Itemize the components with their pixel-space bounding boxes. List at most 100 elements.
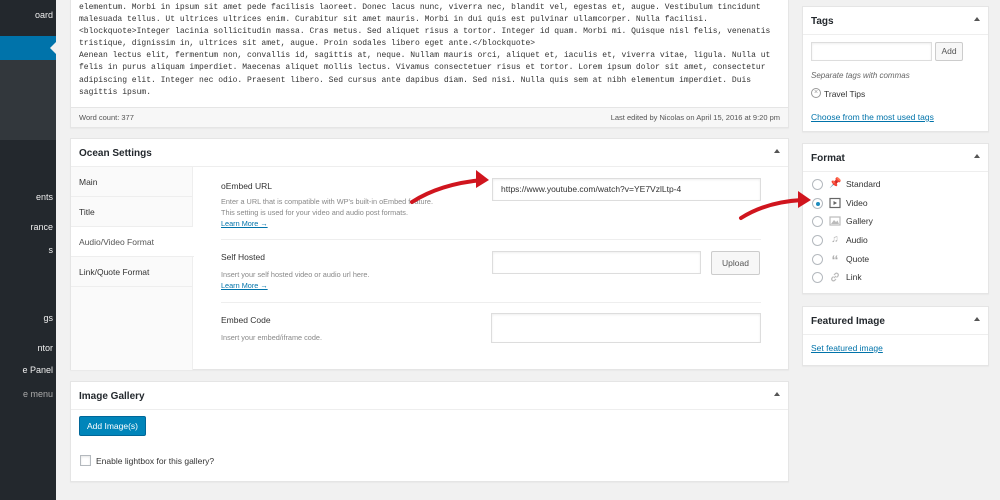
format-radio[interactable] bbox=[812, 216, 823, 227]
sidebar-active-highlight bbox=[0, 36, 56, 60]
embed-code-label: Embed Code bbox=[221, 315, 271, 325]
ocean-settings-title: Ocean Settings bbox=[79, 148, 152, 159]
sidebar-active-arrow bbox=[50, 42, 56, 54]
self-hosted-label: Self Hosted bbox=[221, 252, 265, 262]
collapse-toggle-icon[interactable] bbox=[774, 392, 780, 396]
self-hosted-description: Insert your self hosted video or audio u… bbox=[221, 269, 369, 291]
annotation-arrow-oembed bbox=[410, 170, 489, 204]
image-gallery-box: Image Gallery Add Image(s) Enable lightb… bbox=[70, 381, 789, 482]
collapse-toggle-icon[interactable] bbox=[974, 154, 980, 158]
editor-line: tristique, dignissim in, ultrices sit am… bbox=[79, 39, 536, 49]
embed-code-description: Insert your embed/iframe code. bbox=[221, 333, 322, 342]
collapse-toggle-icon[interactable] bbox=[974, 317, 980, 321]
tab-label: Main bbox=[79, 177, 98, 187]
editor-line: adipiscing elit. Integer nec odio. Praes… bbox=[79, 75, 752, 85]
tab-link-quote-format[interactable]: Link/Quote Format bbox=[71, 257, 193, 287]
audio-icon: ♫ bbox=[831, 234, 839, 245]
featured-image-box: Featured Image Set featured image bbox=[802, 306, 989, 366]
format-title: Format bbox=[811, 153, 845, 164]
self-hosted-learn-more-link[interactable]: Learn More → bbox=[221, 281, 268, 290]
oembed-url-input[interactable]: https://www.youtube.com/watch?v=YE7VzlLt… bbox=[492, 178, 761, 201]
tags-header[interactable]: Tags bbox=[803, 7, 988, 35]
oembed-desc-line: This setting is used for your video and … bbox=[221, 208, 408, 217]
self-hosted-desc-line: Insert your self hosted video or audio u… bbox=[221, 270, 370, 279]
collapse-toggle-icon[interactable] bbox=[774, 149, 780, 153]
embed-code-textarea[interactable] bbox=[491, 313, 761, 343]
add-tag-button[interactable]: Add bbox=[935, 42, 963, 61]
tags-hint: Separate tags with commas bbox=[811, 71, 910, 80]
post-editor: elementum. Morbi in ipsum sit amet pede … bbox=[70, 0, 789, 128]
last-edited-text: Last edited by Nicolas on April 15, 2016… bbox=[610, 113, 780, 122]
sidebar-item-label: e menu bbox=[22, 389, 53, 399]
most-used-tags-link[interactable]: Choose from the most used tags bbox=[811, 112, 934, 122]
ocean-tabs: Main Title Audio/Video Format Link/Quote… bbox=[71, 167, 194, 370]
tab-label: Link/Quote Format bbox=[79, 267, 150, 277]
annotation-arrow-format bbox=[739, 191, 811, 220]
format-label: Standard bbox=[846, 179, 881, 189]
tags-input[interactable] bbox=[811, 42, 932, 61]
format-radio[interactable] bbox=[812, 254, 823, 265]
image-gallery-header[interactable]: Image Gallery bbox=[71, 382, 788, 410]
quote-icon: “ bbox=[831, 252, 839, 268]
add-images-button[interactable]: Add Image(s) bbox=[79, 416, 146, 436]
editor-status-bar: Word count: 377 Last edited by Nicolas o… bbox=[71, 107, 788, 127]
video-icon bbox=[829, 197, 841, 209]
field-divider bbox=[221, 302, 761, 303]
sidebar-item-appearance[interactable]: rance bbox=[0, 222, 56, 232]
lightbox-checkbox[interactable] bbox=[80, 455, 91, 466]
editor-line: felis in purus aliquam imperdiet. Maecen… bbox=[79, 63, 766, 73]
format-radio[interactable] bbox=[812, 198, 823, 209]
format-label: Gallery bbox=[846, 216, 873, 226]
sidebar-item-label: e Panel bbox=[22, 365, 53, 375]
set-featured-image-link[interactable]: Set featured image bbox=[811, 343, 883, 353]
editor-line: <blockquote>Integer lacinia sollicitudin… bbox=[79, 27, 771, 37]
tags-box: Tags Add Separate tags with commas × Tra… bbox=[802, 6, 989, 132]
sidebar-item-label: oard bbox=[34, 10, 53, 20]
format-header[interactable]: Format bbox=[803, 144, 988, 172]
format-radio[interactable] bbox=[812, 272, 823, 283]
sidebar-item-plugins[interactable]: s bbox=[0, 245, 56, 255]
sidebar-collapse-menu[interactable]: e menu bbox=[0, 389, 56, 399]
link-icon bbox=[829, 271, 841, 283]
format-radio[interactable] bbox=[812, 235, 823, 246]
oembed-label: oEmbed URL bbox=[221, 181, 273, 191]
tab-main[interactable]: Main bbox=[71, 167, 193, 197]
oembed-learn-more-link[interactable]: Learn More → bbox=[221, 219, 268, 228]
format-label: Video bbox=[846, 198, 868, 208]
remove-tag-icon[interactable]: × bbox=[811, 88, 821, 98]
format-box: Format 📌 Standard Video Gallery ♫ Audio … bbox=[802, 143, 989, 294]
editor-textarea[interactable]: elementum. Morbi in ipsum sit amet pede … bbox=[79, 2, 779, 99]
gallery-icon bbox=[829, 215, 841, 227]
self-hosted-url-input[interactable] bbox=[492, 251, 701, 274]
pin-icon: 📌 bbox=[829, 178, 842, 189]
oembed-description: Enter a URL that is compatible with WP's… bbox=[221, 196, 433, 229]
oembed-desc-line: Enter a URL that is compatible with WP's… bbox=[221, 197, 434, 206]
tab-audio-video-format[interactable]: Audio/Video Format bbox=[71, 227, 194, 257]
sidebar-item-label: s bbox=[48, 245, 54, 255]
editor-line: sagittis ipsum. bbox=[79, 87, 152, 97]
featured-image-header[interactable]: Featured Image bbox=[803, 307, 988, 335]
sidebar-item-label: rance bbox=[30, 222, 53, 232]
word-count: Word count: 377 bbox=[79, 113, 134, 122]
tab-title[interactable]: Title bbox=[71, 197, 193, 227]
sidebar-item-comments[interactable]: ents bbox=[0, 192, 56, 202]
sidebar-item-settings[interactable]: gs bbox=[0, 313, 56, 323]
field-divider bbox=[221, 239, 761, 240]
collapse-toggle-icon[interactable] bbox=[974, 17, 980, 21]
sidebar-item-dashboard[interactable]: oard bbox=[0, 10, 56, 20]
lightbox-label: Enable lightbox for this gallery? bbox=[96, 456, 215, 466]
sidebar-item-editor[interactable]: ntor bbox=[0, 343, 56, 353]
featured-image-title: Featured Image bbox=[811, 316, 885, 327]
editor-line: Aenean lectus elit, fermentum non, conva… bbox=[79, 51, 771, 61]
format-radio[interactable] bbox=[812, 179, 823, 190]
sidebar-item-theme-panel[interactable]: e Panel bbox=[0, 365, 56, 375]
tag-item: Travel Tips bbox=[824, 89, 866, 99]
upload-button[interactable]: Upload bbox=[711, 251, 760, 275]
format-label: Audio bbox=[846, 235, 868, 245]
image-gallery-title: Image Gallery bbox=[79, 391, 145, 402]
ocean-settings-header[interactable]: Ocean Settings bbox=[71, 139, 788, 167]
admin-sidebar: oard ents rance s gs ntor e Panel e menu bbox=[0, 0, 56, 500]
tab-label: Title bbox=[79, 207, 95, 217]
sidebar-item-label: gs bbox=[43, 313, 53, 323]
sidebar-item-label: ents bbox=[35, 192, 53, 202]
